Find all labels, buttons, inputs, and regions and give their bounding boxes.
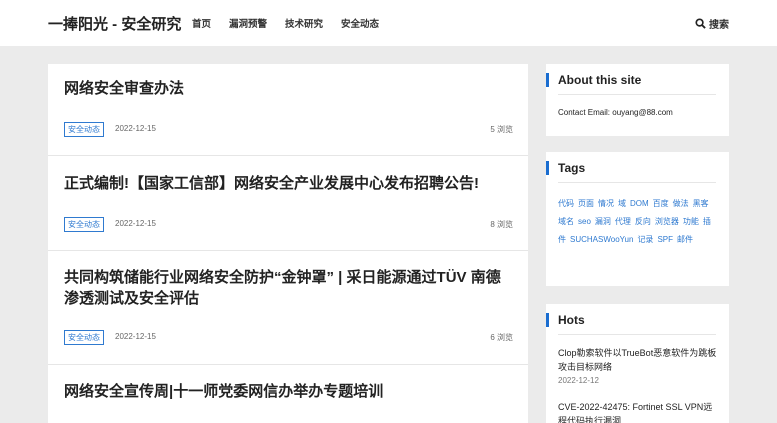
search-button[interactable]: 搜索 <box>695 16 729 31</box>
tag-link[interactable]: 黑客 <box>693 199 709 208</box>
tag-link[interactable]: 页面 <box>578 199 594 208</box>
view-count: 5 浏览 <box>490 125 513 134</box>
category-badge[interactable]: 安全动态 <box>64 330 104 345</box>
tag-link[interactable]: seo <box>578 217 591 226</box>
tag-link[interactable]: 记录 <box>637 235 653 244</box>
tag-link[interactable]: 漏洞 <box>595 217 611 226</box>
about-widget: About this site Contact Email: ouyang@88… <box>546 64 729 136</box>
tag-link[interactable]: 做法 <box>673 199 689 208</box>
post-date: 2022-12-15 <box>115 332 156 341</box>
widget-header: Tags <box>546 160 729 176</box>
main-nav: 首页 漏洞预警 技术研究 安全动态 <box>192 16 379 30</box>
post-meta: 安全动态 2022-12-15 6 浏览 <box>64 330 513 345</box>
nav-item-security-news[interactable]: 安全动态 <box>341 16 379 30</box>
post-title[interactable]: 网络安全宣传周|十一师党委网信办举办专题培训 <box>64 381 513 402</box>
widget-title: Hots <box>558 313 585 327</box>
widget-title: About this site <box>558 73 642 87</box>
accent-bar <box>546 161 549 175</box>
hot-post-item: CVE-2022-42475: Fortinet SSL VPN远程代码执行漏洞 <box>558 400 718 423</box>
post-list: 网络安全审查办法 安全动态 2022-12-15 5 浏览 正式编制!【国家工信… <box>48 64 528 423</box>
tag-link[interactable]: 域名 <box>558 217 574 226</box>
tag-link[interactable]: 代理 <box>615 217 631 226</box>
divider <box>48 155 528 156</box>
site-title[interactable]: 一捧阳光 - 安全研究 <box>48 13 181 34</box>
divider <box>48 250 528 251</box>
nav-item-home[interactable]: 首页 <box>192 16 211 30</box>
category-badge[interactable]: 安全动态 <box>64 122 104 137</box>
post-title[interactable]: 正式编制!【国家工信部】网络安全产业发展中心发布招聘公告! <box>64 173 513 194</box>
contact-email: Contact Email: ouyang@88.com <box>558 108 673 117</box>
category-badge[interactable]: 安全动态 <box>64 217 104 232</box>
tag-link[interactable]: 功能 <box>683 217 699 226</box>
post-item: 共同构筑储能行业网络安全防护“金钟罩” | 采日能源通过TÜV 南德渗透测试及安… <box>64 267 513 309</box>
tag-link[interactable]: 百度 <box>653 199 669 208</box>
divider <box>558 94 716 95</box>
view-count: 8 浏览 <box>490 220 513 229</box>
widget-header: About this site <box>546 72 729 88</box>
tag-link[interactable]: SPF <box>657 235 673 244</box>
search-label: 搜索 <box>709 20 729 31</box>
tag-link[interactable]: 域 <box>618 199 626 208</box>
hot-post-item: Clop勒索软件以TrueBot恶意软件为跳板攻击目标网络 2022-12-12 <box>558 346 718 385</box>
widget-title: Tags <box>558 161 586 175</box>
hot-post-date: 2022-12-12 <box>558 376 599 385</box>
post-item: 正式编制!【国家工信部】网络安全产业发展中心发布招聘公告! <box>64 173 513 194</box>
tag-link[interactable]: 情况 <box>598 199 614 208</box>
tag-link[interactable]: SUCHASWooYun <box>570 235 633 244</box>
tag-link[interactable]: 浏览器 <box>655 217 679 226</box>
tag-link[interactable]: DOM <box>630 199 649 208</box>
accent-bar <box>546 313 549 327</box>
search-icon <box>695 18 706 29</box>
post-item: 网络安全审查办法 <box>64 78 513 99</box>
tag-link[interactable]: 邮件 <box>677 235 693 244</box>
divider <box>558 334 716 335</box>
post-item: 网络安全宣传周|十一师党委网信办举办专题培训 <box>64 381 513 402</box>
hot-post-title[interactable]: Clop勒索软件以TrueBot恶意软件为跳板攻击目标网络 <box>558 346 718 374</box>
hots-widget: Hots Clop勒索软件以TrueBot恶意软件为跳板攻击目标网络 2022-… <box>546 304 729 423</box>
post-title[interactable]: 网络安全审查办法 <box>64 78 513 99</box>
post-title[interactable]: 共同构筑储能行业网络安全防护“金钟罩” | 采日能源通过TÜV 南德渗透测试及安… <box>64 267 513 309</box>
tag-cloud: 代码 页面 情况域 DOM 百度 做法 黑客域名 seo 漏洞 代理 反向 浏览器 功能 插件 SUCHAS… <box>558 195 718 249</box>
divider <box>558 182 716 183</box>
tag-link[interactable]: 代码 <box>558 199 574 208</box>
hot-post-title[interactable]: CVE-2022-42475: Fortinet SSL VPN远程代码执行漏洞 <box>558 400 718 423</box>
post-date: 2022-12-15 <box>115 124 156 133</box>
nav-item-vuln-alerts[interactable]: 漏洞预警 <box>229 16 267 30</box>
post-meta: 安全动态 2022-12-15 8 浏览 <box>64 217 513 232</box>
post-meta: 安全动态 2022-12-15 5 浏览 <box>64 122 513 137</box>
tag-link[interactable]: 反向 <box>635 217 651 226</box>
widget-header: Hots <box>546 312 729 328</box>
nav-item-tech-research[interactable]: 技术研究 <box>285 16 323 30</box>
tags-widget: Tags 代码 页面 情况域 DOM 百度 做法 黑客域名 seo 漏洞 代理 反向 浏览器 功能 插件 S… <box>546 152 729 286</box>
post-date: 2022-12-15 <box>115 219 156 228</box>
divider <box>48 364 528 365</box>
accent-bar <box>546 73 549 87</box>
view-count: 6 浏览 <box>490 333 513 342</box>
top-navbar: 一捧阳光 - 安全研究 首页 漏洞预警 技术研究 安全动态 搜索 <box>0 0 777 46</box>
